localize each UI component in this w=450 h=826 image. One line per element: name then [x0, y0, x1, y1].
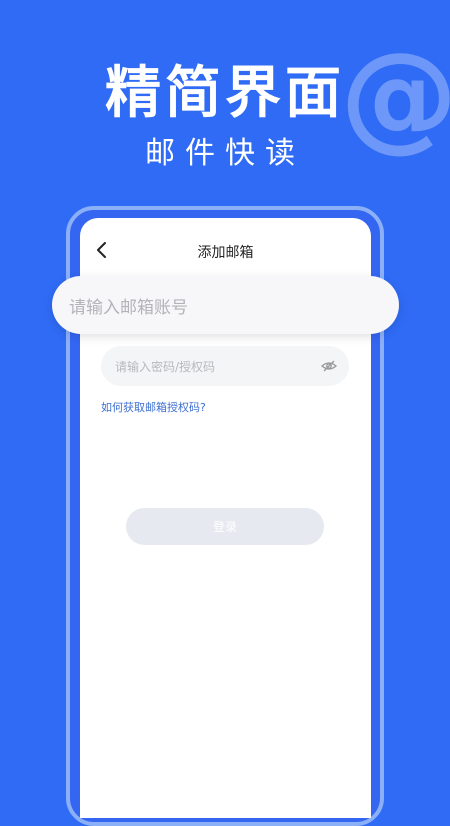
get-auth-code-link[interactable]: 如何获取邮箱授权码? — [101, 399, 206, 415]
login-button[interactable]: 登录 — [126, 508, 324, 545]
eye-hidden-icon[interactable] — [321, 358, 337, 374]
at-sign-icon: @ — [340, 26, 450, 164]
password-placeholder: 请输入密码/授权码 — [115, 359, 216, 374]
password-input[interactable]: 请输入密码/授权码 — [101, 346, 349, 386]
screen-title: 添加邮箱 — [197, 245, 254, 261]
email-account-input[interactable]: 请输入邮箱账号 — [52, 276, 399, 334]
